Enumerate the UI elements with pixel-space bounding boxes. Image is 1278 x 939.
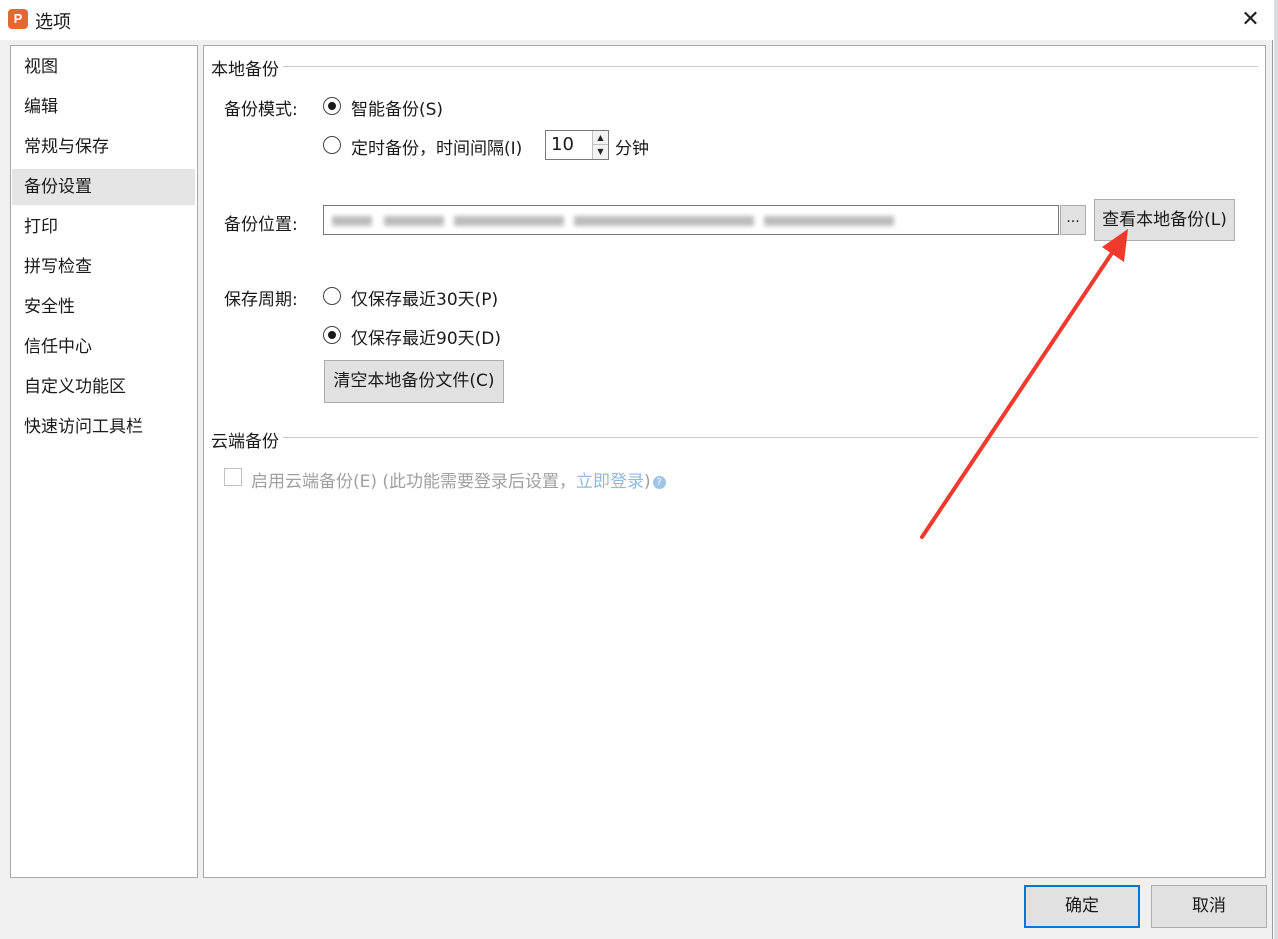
sidebar-item-backup-settings[interactable]: 备份设置 <box>12 169 195 205</box>
smart-backup-radio[interactable] <box>323 97 341 115</box>
background-window-edge <box>1274 0 1278 939</box>
clear-local-backup-button[interactable]: 清空本地备份文件(C) <box>324 360 504 403</box>
timed-backup-radio[interactable] <box>323 136 341 154</box>
interval-unit: 分钟 <box>615 139 649 159</box>
sidebar-item-view[interactable]: 视图 <box>12 49 195 85</box>
sidebar-item-spell-check[interactable]: 拼写检查 <box>12 249 195 285</box>
cloud-backup-title: 云端备份 <box>211 427 283 452</box>
backup-location-label: 备份位置: <box>224 215 298 235</box>
sidebar-item-customize-ribbon[interactable]: 自定义功能区 <box>12 369 195 405</box>
timed-backup-label[interactable]: 定时备份，时间间隔(I) <box>351 134 522 159</box>
triangle-down-icon[interactable]: ▼ <box>592 145 608 159</box>
interval-stepper[interactable]: 10 ▲ ▼ <box>545 130 609 160</box>
smart-backup-label[interactable]: 智能备份(S) <box>351 95 443 120</box>
sidebar-item-edit[interactable]: 编辑 <box>12 89 195 125</box>
keep-30-days-label[interactable]: 仅保存最近30天(P) <box>351 285 498 310</box>
section-divider <box>212 437 1258 438</box>
title-bar: P 选项 ✕ <box>0 0 1273 40</box>
help-circle-icon[interactable]: ? <box>652 476 666 489</box>
interval-value[interactable]: 10 <box>551 134 574 155</box>
backup-mode-label: 备份模式: <box>224 100 298 120</box>
enable-cloud-backup-checkbox[interactable] <box>224 468 242 486</box>
options-dialog: P 选项 ✕ 视图 编辑 常规与保存 备份设置 打印 拼写检查 安全性 信任中心… <box>0 0 1273 939</box>
browse-location-button[interactable]: ... <box>1060 205 1086 235</box>
triangle-up-icon[interactable]: ▲ <box>592 131 608 145</box>
ok-button[interactable]: 确定 <box>1024 885 1140 928</box>
backup-settings-panel: 本地备份 备份模式: 智能备份(S) 定时备份，时间间隔(I) 10 ▲ ▼ 分… <box>203 45 1266 878</box>
keep-90-days-radio[interactable] <box>323 326 341 344</box>
local-backup-title: 本地备份 <box>211 55 283 80</box>
close-icon[interactable]: ✕ <box>1228 0 1273 40</box>
dialog-title: 选项 <box>35 12 71 33</box>
cloud-close-paren: ) <box>644 472 651 492</box>
sidebar-item-security[interactable]: 安全性 <box>12 289 195 325</box>
sidebar-item-trust-center[interactable]: 信任中心 <box>12 329 195 365</box>
options-sidebar: 视图 编辑 常规与保存 备份设置 打印 拼写检查 安全性 信任中心 自定义功能区… <box>10 45 198 878</box>
keep-90-days-label[interactable]: 仅保存最近90天(D) <box>351 324 501 349</box>
view-local-backup-button[interactable]: 查看本地备份(L) <box>1094 199 1235 241</box>
sidebar-item-general-save[interactable]: 常规与保存 <box>12 129 195 165</box>
section-divider <box>212 66 1258 67</box>
save-period-label: 保存周期: <box>224 290 298 310</box>
app-icon: P <box>8 9 28 29</box>
enable-cloud-backup-label: 启用云端备份(E) (此功能需要登录后设置，立即登录)? <box>251 467 666 492</box>
cancel-button[interactable]: 取消 <box>1151 885 1267 928</box>
sidebar-item-print[interactable]: 打印 <box>12 209 195 245</box>
sidebar-item-quick-access-toolbar[interactable]: 快速访问工具栏 <box>12 409 195 445</box>
login-link[interactable]: 立即登录 <box>576 472 644 492</box>
backup-location-field[interactable] <box>323 205 1059 235</box>
keep-30-days-radio[interactable] <box>323 287 341 305</box>
cloud-backup-text: 启用云端备份(E) (此功能需要登录后设置， <box>251 472 577 492</box>
